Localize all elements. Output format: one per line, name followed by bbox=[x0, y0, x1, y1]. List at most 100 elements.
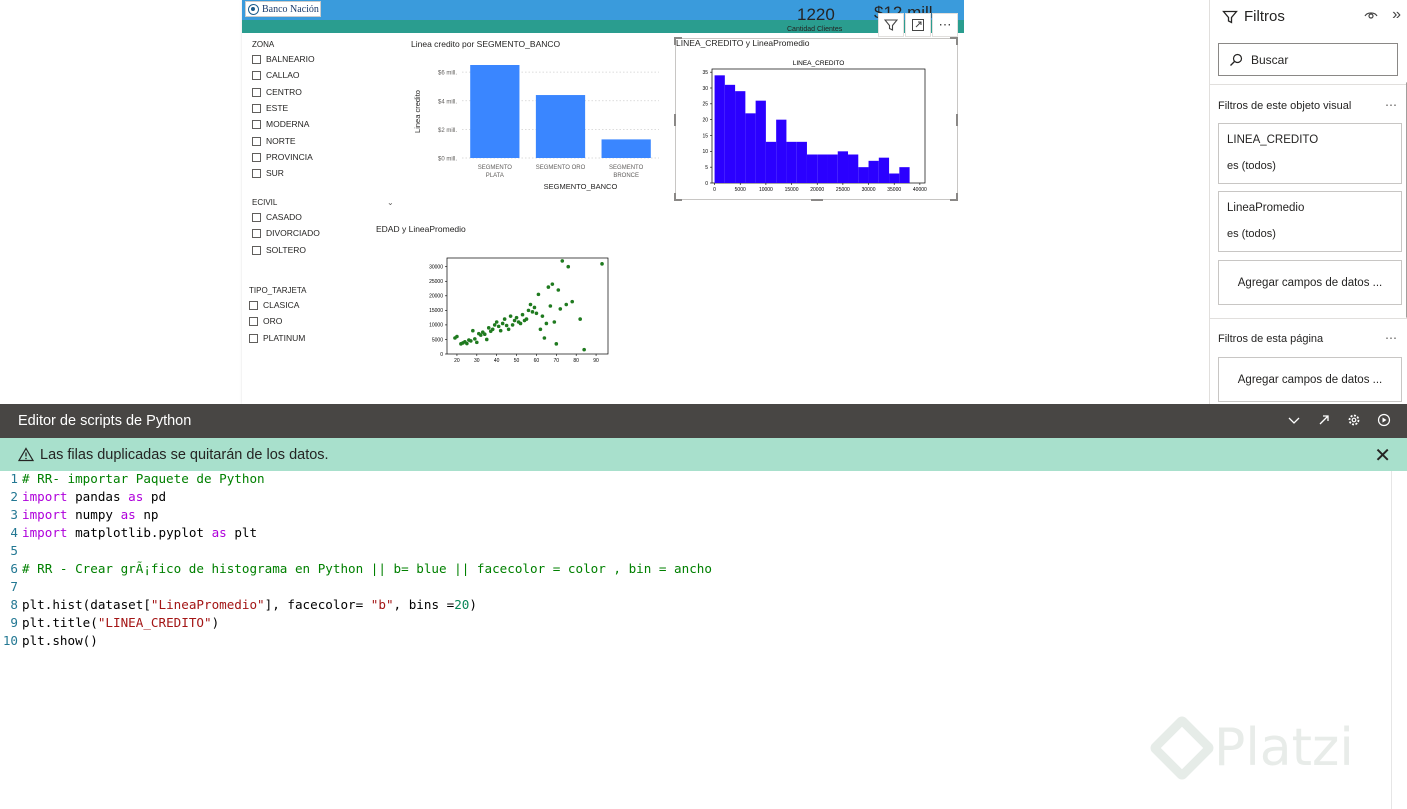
filter-card-linea-credito[interactable]: LINEA_CREDITO es (todos) bbox=[1218, 123, 1402, 184]
histogram-bar bbox=[848, 154, 859, 183]
bar bbox=[601, 139, 651, 158]
checkbox[interactable] bbox=[249, 333, 258, 343]
eye-icon[interactable] bbox=[1364, 8, 1378, 25]
checkbox[interactable] bbox=[252, 119, 261, 129]
line-number: 1 bbox=[10, 471, 18, 486]
close-icon[interactable]: ✕ bbox=[1374, 443, 1391, 468]
scatter-point bbox=[510, 323, 515, 327]
add-data-fields-page[interactable]: Agregar campos de datos ... bbox=[1218, 357, 1402, 402]
line-number: 4 bbox=[10, 525, 18, 540]
slicer-ecivil-item[interactable]: CASADO bbox=[252, 212, 302, 222]
gear-icon[interactable] bbox=[1347, 413, 1361, 430]
slicer-zona-item[interactable]: MODERNA bbox=[252, 119, 309, 129]
more-options-icon[interactable]: ⋯ bbox=[1385, 331, 1397, 345]
resize-handle[interactable] bbox=[956, 193, 958, 201]
code-text: import bbox=[22, 507, 68, 522]
filters-search-input[interactable]: Buscar bbox=[1218, 43, 1398, 76]
histogram-bar bbox=[817, 154, 828, 183]
filter-card-linea-promedio[interactable]: LineaPromedio es (todos) bbox=[1218, 191, 1402, 252]
watermark-text: Platzi bbox=[1214, 718, 1354, 778]
collapse-pane-icon[interactable]: » bbox=[1392, 7, 1401, 25]
slicer-item-label: SOLTERO bbox=[266, 245, 306, 255]
resize-handle[interactable] bbox=[811, 199, 823, 201]
more-options-icon[interactable]: ⋯ bbox=[1385, 98, 1397, 112]
slicer-zona-item[interactable]: CALLAO bbox=[252, 70, 300, 80]
checkbox[interactable] bbox=[252, 245, 261, 255]
checkbox[interactable] bbox=[252, 152, 261, 162]
checkbox[interactable] bbox=[252, 168, 261, 178]
checkbox[interactable] bbox=[249, 300, 258, 310]
checkbox[interactable] bbox=[252, 70, 261, 80]
resize-handle[interactable] bbox=[956, 37, 958, 45]
code-scrollbar[interactable] bbox=[1391, 471, 1407, 809]
code-text: plt.show() bbox=[22, 633, 98, 648]
line-number: 7 bbox=[10, 579, 18, 594]
checkbox[interactable] bbox=[252, 136, 261, 146]
resize-handle[interactable] bbox=[674, 114, 676, 126]
slicer-zona-item[interactable]: SUR bbox=[252, 168, 284, 178]
checkbox[interactable] bbox=[252, 103, 261, 113]
histogram-bar bbox=[714, 75, 725, 183]
line-number: 3 bbox=[10, 507, 18, 522]
slicer-zona-item[interactable]: ESTE bbox=[252, 103, 288, 113]
scatter-point bbox=[600, 262, 604, 266]
slicer-tarjeta-item[interactable]: ORO bbox=[249, 316, 282, 326]
bar-chart[interactable]: $0 mill. $2 mill. $4 mill. $6 mill. SEGMENTO… bbox=[402, 50, 664, 196]
slicer-zona-item[interactable]: NORTE bbox=[252, 136, 296, 146]
x-tick-label: 20 bbox=[454, 358, 460, 364]
resize-handle[interactable] bbox=[956, 114, 958, 126]
chevron-down-icon[interactable]: ⌄ bbox=[387, 198, 394, 207]
code-line: 9 plt.title("LINEA_CREDITO") bbox=[0, 615, 219, 633]
code-text: import bbox=[22, 525, 68, 540]
x-axis-label: SEGMENTO_BANCO bbox=[544, 182, 618, 191]
slicer-ecivil-item[interactable]: SOLTERO bbox=[252, 245, 306, 255]
resize-handle[interactable] bbox=[674, 193, 676, 201]
y-tick-label: $2 mill. bbox=[438, 128, 457, 134]
scatter-point bbox=[532, 305, 537, 310]
slicer-item-label: SUR bbox=[266, 168, 284, 178]
slicer-ecivil-item[interactable]: DIVORCIADO bbox=[252, 228, 320, 238]
slicer-zona-item[interactable]: CENTRO bbox=[252, 87, 302, 97]
scatter-point bbox=[524, 317, 529, 321]
histogram-bar bbox=[786, 141, 797, 183]
chevron-down-icon[interactable] bbox=[1287, 413, 1301, 430]
scatter-point bbox=[578, 317, 582, 321]
checkbox[interactable] bbox=[249, 316, 258, 326]
y-tick-label: $4 mill. bbox=[438, 99, 457, 105]
y-tick-label: 15000 bbox=[429, 308, 443, 314]
x-tick-label: 60 bbox=[534, 358, 540, 364]
histogram-bar bbox=[806, 154, 818, 183]
filter-icon[interactable] bbox=[878, 13, 904, 37]
divider bbox=[1210, 318, 1407, 319]
histogram-bar bbox=[765, 141, 777, 183]
slicer-zona-item[interactable]: PROVINCIA bbox=[252, 152, 313, 162]
checkbox[interactable] bbox=[252, 87, 261, 97]
slicer-tarjeta-item[interactable]: CLASICA bbox=[249, 300, 299, 310]
histogram-bar bbox=[899, 167, 910, 183]
expand-icon[interactable] bbox=[1317, 413, 1331, 430]
scatter-point bbox=[546, 285, 551, 289]
more-options-icon[interactable]: ⋯ bbox=[932, 13, 958, 37]
scatter-point bbox=[500, 321, 505, 326]
checkbox[interactable] bbox=[252, 212, 261, 222]
slicer-tarjeta-item[interactable]: PLATINUM bbox=[249, 333, 305, 343]
histogram-bar bbox=[827, 154, 838, 183]
add-data-fields-visual[interactable]: Agregar campos de datos ... bbox=[1218, 260, 1402, 305]
slicer-ecivil-title: ECIVIL bbox=[252, 198, 278, 207]
scatter-point bbox=[484, 337, 489, 342]
scatter-point bbox=[566, 264, 571, 269]
scatter-chart[interactable]: 20 30 40 50 60 70 80 90 0 5000 10000 15000 20000 2500… bbox=[402, 252, 612, 370]
histogram-bar bbox=[724, 84, 736, 183]
histogram-bar bbox=[837, 151, 849, 183]
slicer-zona-item[interactable]: BALNEARIO bbox=[252, 54, 315, 64]
code-text: np bbox=[135, 507, 159, 522]
checkbox[interactable] bbox=[252, 228, 261, 238]
code-line: 10 plt.show() bbox=[0, 633, 98, 651]
histogram-chart[interactable]: LINEA_CREDITO 0 5000 10000 15000 20000 25000 30… bbox=[687, 55, 937, 195]
filter-field-value: es (todos) bbox=[1227, 228, 1276, 240]
visual-header-toolbar: ⋯ bbox=[878, 13, 958, 37]
focus-mode-icon[interactable] bbox=[905, 13, 931, 37]
run-script-icon[interactable] bbox=[1377, 413, 1391, 430]
search-icon bbox=[1230, 53, 1243, 66]
checkbox[interactable] bbox=[252, 54, 261, 64]
